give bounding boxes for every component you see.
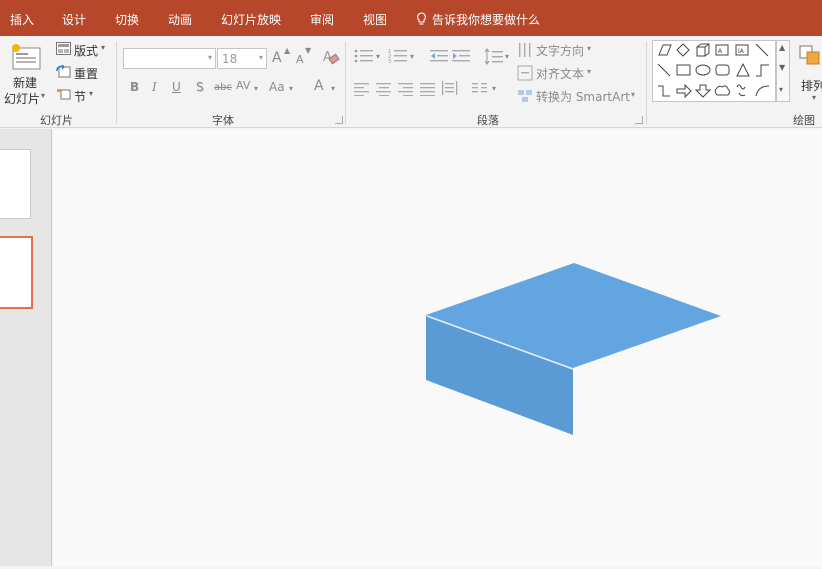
- tab-animations[interactable]: 动画: [168, 11, 192, 28]
- smartart-icon: [518, 90, 532, 102]
- font-size-value: 18: [222, 52, 238, 66]
- align-right-icon[interactable]: [398, 82, 414, 96]
- slide-canvas[interactable]: [53, 129, 822, 566]
- font-group-label: 字体: [212, 114, 234, 127]
- slide-thumbnail-selected[interactable]: [0, 236, 33, 309]
- clear-formatting-icon[interactable]: A: [322, 48, 340, 66]
- gallery-down-icon[interactable]: ▼: [779, 63, 785, 72]
- distributed-icon[interactable]: [442, 80, 458, 96]
- svg-text:IA: IA: [738, 48, 745, 55]
- layout-label: 版式: [74, 44, 99, 58]
- font-size-combo[interactable]: 18 ▾: [217, 48, 267, 69]
- chevron-down-icon: ▾: [207, 53, 212, 62]
- chevron-down-icon: ▾: [258, 53, 263, 62]
- shapes-gallery-icons: A IA: [657, 43, 770, 99]
- change-case-button[interactable]: Aa: [269, 80, 285, 94]
- arrange-label: 排列: [801, 79, 822, 93]
- svg-text:A: A: [718, 48, 723, 55]
- new-slide-label-2: 幻灯片: [4, 92, 41, 106]
- group-divider: [345, 42, 346, 124]
- ribbon-tab-bar: 插入 设计 切换 动画 幻灯片放映 审阅 视图 告诉我你想要做什么: [0, 0, 822, 36]
- chevron-down-icon: ▾: [254, 84, 259, 93]
- chevron-down-icon: ▾: [410, 52, 415, 61]
- chevron-down-icon: ▾: [376, 52, 381, 61]
- line-spacing-icon[interactable]: [484, 48, 504, 66]
- reset-icon: [56, 65, 71, 78]
- section-icon: [57, 89, 71, 100]
- slides-group-label: 幻灯片: [40, 114, 73, 127]
- text-shadow-button[interactable]: S: [196, 80, 204, 94]
- chevron-down-icon: ▾: [89, 89, 94, 98]
- increase-indent-icon[interactable]: [452, 48, 470, 64]
- bold-button[interactable]: B: [130, 80, 139, 94]
- align-text-button[interactable]: 对齐文本: [536, 65, 584, 82]
- chevron-down-icon: ▾: [587, 67, 592, 76]
- font-color-button[interactable]: A: [314, 78, 324, 94]
- align-center-icon[interactable]: [376, 82, 392, 96]
- gallery-up-icon[interactable]: ▲: [779, 43, 785, 52]
- lightbulb-icon: [417, 12, 426, 25]
- arrange-icon: [799, 45, 820, 65]
- paragraph-group-label: 段落: [477, 114, 499, 127]
- chevron-down-icon: ▾: [331, 84, 336, 93]
- strikethrough-button[interactable]: abc: [214, 82, 232, 93]
- layout-icon: [56, 42, 71, 55]
- chevron-down-icon: ▾: [505, 52, 510, 61]
- slide-thumbnails-pane: [0, 129, 52, 566]
- tell-me-search[interactable]: 告诉我你想要做什么: [416, 11, 540, 28]
- increase-arrow-icon: ▲: [284, 46, 291, 55]
- underline-button[interactable]: U: [172, 80, 181, 94]
- tab-transitions[interactable]: 切换: [115, 11, 139, 28]
- ribbon: 新建 幻灯片 ▾ 版式 ▾ 重置 节 ▾ 幻灯片 ▾ 18 ▾ A ▲ A ▼ …: [0, 36, 822, 128]
- convert-smartart-button[interactable]: 转换为 SmartArt: [536, 88, 630, 105]
- tab-view[interactable]: 视图: [363, 11, 387, 28]
- shrink-font-button[interactable]: A: [296, 53, 304, 66]
- paragraph-dialog-launcher-icon[interactable]: [635, 116, 643, 124]
- italic-button[interactable]: I: [152, 80, 157, 94]
- chevron-down-icon: ▾: [289, 84, 294, 93]
- gallery-more-icon[interactable]: ▾: [779, 85, 783, 94]
- group-divider: [116, 42, 117, 124]
- slide-thumbnail[interactable]: [0, 149, 31, 219]
- chevron-down-icon: ▾: [812, 93, 817, 102]
- chevron-down-icon: ▾: [587, 44, 592, 53]
- gallery-scroll[interactable]: ▲ ▼ ▾: [776, 40, 790, 102]
- char-spacing-button[interactable]: AV: [236, 79, 250, 92]
- align-text-icon: [517, 65, 533, 81]
- tab-insert[interactable]: 插入: [10, 11, 34, 28]
- section-label: 节: [74, 90, 87, 104]
- new-slide-icon: [12, 44, 41, 70]
- reset-label: 重置: [74, 67, 99, 81]
- shapes-gallery[interactable]: A IA: [652, 40, 776, 102]
- isometric-box-shape[interactable]: [426, 263, 721, 435]
- columns-icon[interactable]: [472, 82, 488, 96]
- chevron-down-icon: ▾: [492, 84, 497, 93]
- text-direction-button[interactable]: 文字方向: [536, 42, 584, 59]
- chevron-down-icon: ▾: [41, 91, 46, 100]
- align-left-icon[interactable]: [354, 82, 370, 96]
- font-name-combo[interactable]: ▾: [123, 48, 216, 69]
- bullets-icon[interactable]: [354, 48, 374, 64]
- slide-content: [426, 263, 721, 435]
- tab-review[interactable]: 审阅: [310, 11, 334, 28]
- justify-icon[interactable]: [420, 82, 436, 96]
- group-divider: [646, 42, 647, 124]
- drawing-group-label: 绘图: [793, 114, 815, 127]
- chevron-down-icon: ▾: [631, 90, 636, 99]
- text-direction-icon: [519, 43, 531, 57]
- decrease-arrow-icon: ▼: [305, 46, 312, 55]
- new-slide-label-1: 新建: [13, 76, 38, 90]
- font-dialog-launcher-icon[interactable]: [335, 116, 343, 124]
- numbering-icon[interactable]: 123: [388, 48, 408, 64]
- tab-slideshow[interactable]: 幻灯片放映: [221, 11, 281, 28]
- grow-font-button[interactable]: A: [272, 50, 282, 66]
- chevron-down-icon: ▾: [101, 43, 106, 52]
- decrease-indent-icon[interactable]: [430, 48, 448, 64]
- svg-text:3: 3: [388, 59, 391, 64]
- tell-me-text: 告诉我你想要做什么: [432, 13, 541, 27]
- tab-design[interactable]: 设计: [62, 11, 86, 28]
